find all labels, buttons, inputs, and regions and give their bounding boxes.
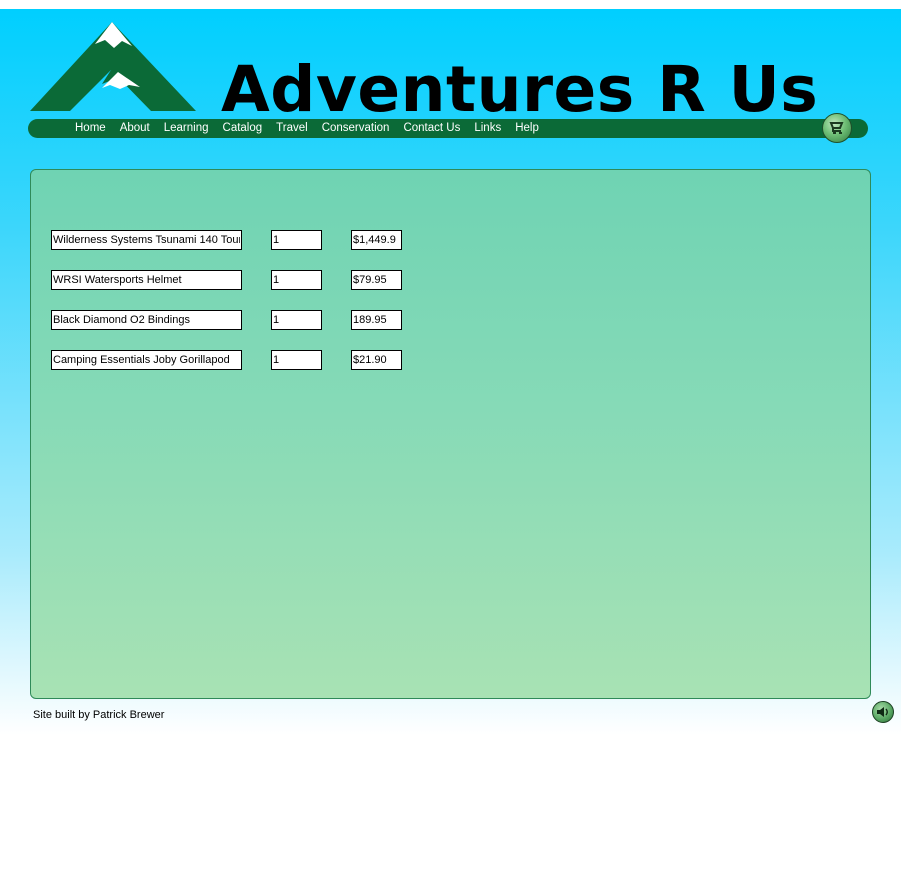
- speaker-icon: [877, 707, 888, 717]
- quantity-field[interactable]: [271, 270, 322, 290]
- mountain-logo-icon: [30, 22, 196, 111]
- cart-row: [51, 350, 411, 370]
- nav-item-travel[interactable]: Travel: [276, 119, 308, 138]
- main-navigation: Home About Learning Catalog Travel Conse…: [28, 119, 868, 138]
- price-field[interactable]: [351, 230, 402, 250]
- cart-row: [51, 310, 411, 330]
- quantity-field[interactable]: [271, 310, 322, 330]
- product-name-field[interactable]: [51, 350, 242, 370]
- price-field[interactable]: [351, 310, 402, 330]
- audio-toggle-button[interactable]: [872, 701, 894, 723]
- nav-item-learning[interactable]: Learning: [164, 119, 209, 138]
- nav-item-help[interactable]: Help: [515, 119, 539, 138]
- nav-item-about[interactable]: About: [120, 119, 150, 138]
- price-field[interactable]: [351, 350, 402, 370]
- nav-item-conservation[interactable]: Conservation: [322, 119, 390, 138]
- nav-item-contact-us[interactable]: Contact Us: [403, 119, 460, 138]
- product-name-field[interactable]: [51, 270, 242, 290]
- product-name-field[interactable]: [51, 230, 242, 250]
- quantity-field[interactable]: [271, 350, 322, 370]
- nav-item-links[interactable]: Links: [474, 119, 501, 138]
- price-field[interactable]: [351, 270, 402, 290]
- site-title: Adventures R Us: [221, 53, 819, 126]
- cart-panel: [30, 169, 871, 699]
- nav-list: Home About Learning Catalog Travel Conse…: [75, 119, 553, 138]
- product-name-field[interactable]: [51, 310, 242, 330]
- cart-row: [51, 230, 411, 250]
- footer-credit: Site built by Patrick Brewer: [33, 709, 165, 721]
- shopping-cart-button[interactable]: [822, 113, 852, 143]
- shopping-cart-icon: [829, 122, 844, 134]
- quantity-field[interactable]: [271, 230, 322, 250]
- nav-item-catalog[interactable]: Catalog: [223, 119, 263, 138]
- cart-row: [51, 270, 411, 290]
- nav-item-home[interactable]: Home: [75, 119, 106, 138]
